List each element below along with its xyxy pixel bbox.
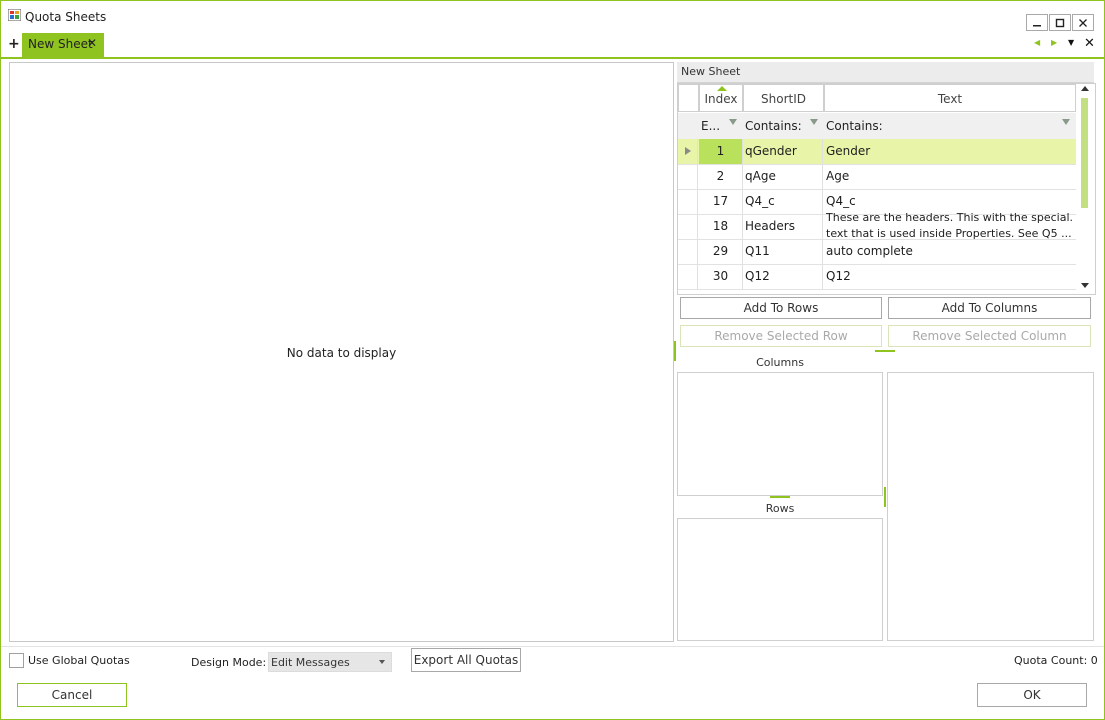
questions-grid: Index ShortID Text E... Contains: Contai… bbox=[677, 83, 1096, 295]
table-row[interactable]: 2 qAge Age bbox=[678, 164, 1076, 190]
sheet-tab-strip: + New Sheet ✕ bbox=[1, 33, 1104, 59]
rows-caption: Rows bbox=[765, 502, 795, 515]
export-all-quotas-button[interactable]: Export All Quotas bbox=[411, 648, 521, 672]
filter-row: E... Contains: Contains: bbox=[678, 113, 1076, 140]
minimize-icon bbox=[1033, 25, 1041, 27]
cell-index: 2 bbox=[699, 164, 743, 189]
add-sheet-button[interactable]: + bbox=[8, 36, 20, 52]
chevron-down-icon bbox=[379, 660, 385, 664]
main-splitter-handle[interactable] bbox=[674, 341, 676, 361]
current-row-icon bbox=[685, 147, 691, 155]
tab-label: New Sheet bbox=[28, 37, 93, 51]
close-all-tabs-icon[interactable]: ✕ bbox=[1084, 36, 1095, 51]
cell-shortid: qAge bbox=[745, 164, 823, 189]
column-header-shortid[interactable]: ShortID bbox=[743, 84, 824, 112]
remove-selected-row-button[interactable]: Remove Selected Row bbox=[680, 325, 882, 347]
sheet-panel-header: New Sheet bbox=[677, 62, 1094, 83]
cell-shortid: Q11 bbox=[745, 239, 823, 264]
cell-text: auto complete bbox=[826, 244, 913, 258]
buttons-splitter-handle[interactable] bbox=[875, 350, 895, 352]
sort-ascending-icon bbox=[717, 86, 727, 91]
cell-text-line2: text that is used inside Properties. See… bbox=[826, 227, 1072, 239]
no-data-message: No data to display bbox=[286, 346, 397, 360]
remove-selected-column-button[interactable]: Remove Selected Column bbox=[888, 325, 1091, 347]
row-indicator bbox=[678, 214, 698, 239]
scroll-left-icon[interactable]: ◀ bbox=[1034, 38, 1040, 47]
filter-index-input[interactable]: E... bbox=[701, 119, 720, 133]
row-indicator bbox=[678, 139, 698, 164]
tab-list-dropdown-icon[interactable]: ▼ bbox=[1068, 38, 1074, 47]
table-row[interactable]: 29 Q11 auto complete bbox=[678, 239, 1076, 265]
quota-preview-panel: No data to display bbox=[9, 62, 674, 642]
cell-index: 30 bbox=[699, 264, 743, 289]
use-global-quotas-checkbox[interactable] bbox=[9, 653, 24, 668]
cross-table-area[interactable] bbox=[887, 372, 1094, 641]
columns-caption: Columns bbox=[756, 356, 804, 369]
grid-vertical-scrollbar[interactable] bbox=[1078, 84, 1092, 292]
title-bar: Quota Sheets bbox=[1, 1, 1104, 33]
table-row[interactable]: 30 Q12 Q12 bbox=[678, 264, 1076, 290]
close-button[interactable] bbox=[1072, 14, 1094, 31]
cell-shortid: Q4_c bbox=[745, 189, 823, 214]
maximize-icon bbox=[1055, 18, 1065, 28]
cell-index: 17 bbox=[699, 189, 743, 214]
minimize-button[interactable] bbox=[1026, 14, 1048, 31]
cell-shortid: Q12 bbox=[745, 264, 823, 289]
scroll-right-icon[interactable]: ▶ bbox=[1051, 38, 1057, 47]
app-icon bbox=[8, 9, 21, 21]
ok-button[interactable]: OK bbox=[977, 683, 1087, 707]
table-row[interactable]: 1 qGender Gender bbox=[678, 139, 1076, 165]
table-row[interactable]: 18 Headers These are the headers. This w… bbox=[678, 211, 1076, 240]
cell-index: 18 bbox=[699, 214, 743, 239]
design-mode-value: Edit Messages bbox=[271, 656, 350, 669]
scroll-up-icon[interactable] bbox=[1081, 86, 1089, 92]
cell-shortid: qGender bbox=[745, 139, 823, 164]
scrollbar-thumb[interactable] bbox=[1081, 98, 1088, 208]
row-indicator bbox=[678, 164, 698, 189]
quota-count-label: Quota Count: 0 bbox=[1014, 654, 1098, 667]
filter-text-icon[interactable] bbox=[1062, 119, 1070, 125]
row-indicator bbox=[678, 239, 698, 264]
column-header-text[interactable]: Text bbox=[824, 84, 1076, 112]
maximize-button[interactable] bbox=[1049, 14, 1071, 31]
footer-divider bbox=[1, 646, 1104, 647]
rows-drop-area[interactable] bbox=[677, 518, 883, 641]
add-to-rows-button[interactable]: Add To Rows bbox=[680, 297, 882, 319]
filter-index-icon[interactable] bbox=[729, 119, 737, 125]
close-icon bbox=[1079, 19, 1087, 27]
cell-shortid: Headers bbox=[745, 214, 823, 239]
cell-index: 29 bbox=[699, 239, 743, 264]
filter-shortid-icon[interactable] bbox=[810, 119, 818, 125]
design-mode-label: Design Mode: bbox=[191, 656, 267, 669]
cell-text-line1: These are the headers. This with the spe… bbox=[826, 211, 1074, 224]
quota-sheets-window: Quota Sheets + New Sheet ✕ ◀ ▶ ▼ ✕ No da… bbox=[0, 0, 1105, 720]
cancel-button[interactable]: Cancel bbox=[17, 683, 127, 707]
cell-text: These are the headers. This with the spe… bbox=[826, 210, 1074, 239]
row-indicator bbox=[678, 189, 698, 214]
add-to-columns-button[interactable]: Add To Columns bbox=[888, 297, 1091, 319]
cell-text: Gender bbox=[826, 144, 871, 158]
tab-close-icon[interactable]: ✕ bbox=[87, 36, 97, 50]
cell-index: 1 bbox=[699, 139, 743, 164]
design-mode-dropdown[interactable]: Edit Messages bbox=[268, 652, 392, 672]
row-indicator bbox=[678, 264, 698, 289]
side-splitter-handle[interactable] bbox=[884, 487, 886, 507]
tab-new-sheet[interactable]: New Sheet ✕ bbox=[22, 33, 104, 57]
cell-text: Q12 bbox=[826, 269, 851, 283]
columns-rows-splitter-handle[interactable] bbox=[770, 496, 790, 498]
columns-drop-area[interactable] bbox=[677, 372, 883, 496]
filter-text-input[interactable]: Contains: bbox=[826, 119, 883, 133]
window-title: Quota Sheets bbox=[25, 10, 107, 24]
grid-indicator-header bbox=[678, 84, 699, 112]
use-global-quotas-label: Use Global Quotas bbox=[28, 654, 130, 667]
scroll-down-icon[interactable] bbox=[1081, 283, 1089, 289]
sheet-panel-title: New Sheet bbox=[681, 65, 741, 78]
filter-shortid-input[interactable]: Contains: bbox=[745, 119, 802, 133]
column-header-index[interactable]: Index bbox=[699, 84, 743, 112]
cell-text: Age bbox=[826, 169, 850, 183]
